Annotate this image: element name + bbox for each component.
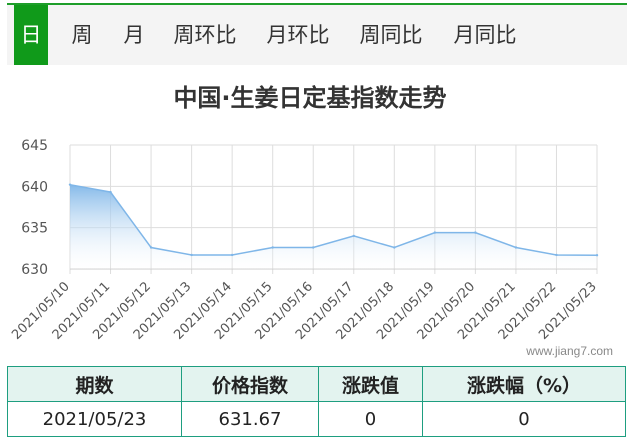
tab-month-year-on-year[interactable]: 月同比 [450,5,520,65]
data-point[interactable] [595,253,599,257]
chart-title: 中国·生姜日定基指数走势 [173,84,446,112]
tab-week-on-week[interactable]: 周环比 [170,5,240,65]
data-point[interactable] [555,253,558,257]
index-chart: 中国·生姜日定基指数走势 630 635 640 645 2021/05/10 2021… [0,64,633,364]
data-point[interactable] [312,246,315,249]
data-point[interactable] [190,253,193,257]
period-tab-bar: 日 周 月 周环比 月环比 周同比 月同比 [7,3,627,65]
y-axis-ticks: 630 635 640 645 [21,138,48,278]
header-period: 期数 [7,366,182,402]
series-area [68,183,599,269]
data-point[interactable] [149,246,153,249]
tab-month-on-month[interactable]: 月环比 [263,5,333,65]
chart-svg: 中国·生姜日定基指数走势 630 635 640 645 2021/05/102021… [9,84,600,343]
cell-period: 2021/05/23 [7,401,182,437]
site-watermark: www.jiang7.com [526,344,613,358]
data-point[interactable] [230,253,234,257]
data-point[interactable] [514,246,518,249]
header-change-percent: 涨跌幅（%） [422,366,626,402]
cell-price-index: 631.67 [181,401,319,437]
y-tick-label: 630 [21,262,48,278]
cell-change-percent: 0 [422,401,626,437]
index-summary-table: 期数 价格指数 涨跌值 涨跌幅（%） 2021/05/23 631.67 0 0 [7,366,626,437]
x-axis-ticks: 2021/05/102021/05/112021/05/122021/05/13… [9,279,600,343]
data-point[interactable] [393,246,396,249]
data-point[interactable] [68,183,72,186]
data-point[interactable] [352,234,355,238]
data-point[interactable] [271,246,274,249]
header-change-value: 涨跌值 [318,366,423,402]
tab-day[interactable]: 日 [14,5,48,65]
table-row: 2021/05/23 631.67 0 0 [7,401,626,437]
data-point[interactable] [109,190,112,194]
y-tick-label: 635 [21,221,48,237]
data-point[interactable] [433,231,437,234]
tab-week[interactable]: 周 [65,5,99,65]
tab-month[interactable]: 月 [117,5,151,65]
header-price-index: 价格指数 [181,366,319,402]
data-point[interactable] [474,231,477,234]
table-header-row: 期数 价格指数 涨跌值 涨跌幅（%） [7,366,626,402]
y-tick-label: 645 [21,138,48,154]
cell-change-value: 0 [318,401,423,437]
tab-week-year-on-year[interactable]: 周同比 [356,5,426,65]
y-tick-label: 640 [21,179,48,195]
series-area-fill [70,184,597,269]
